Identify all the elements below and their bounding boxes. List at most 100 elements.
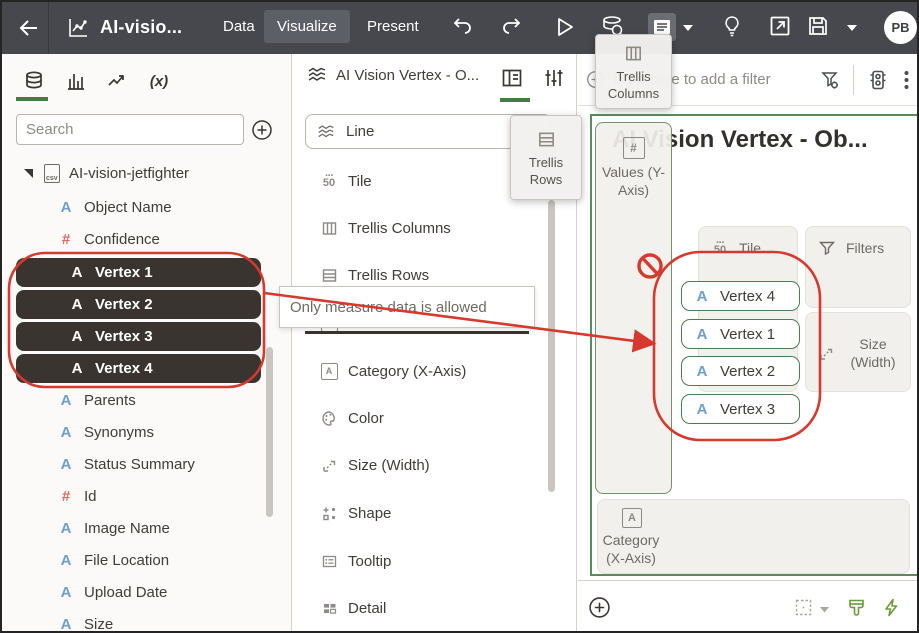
chip-vertex[interactable]: A Vertex 3 bbox=[681, 394, 800, 424]
field-row[interactable]: A Status Summary bbox=[4, 451, 343, 477]
grammar-row-shape[interactable]: Shape bbox=[294, 500, 576, 526]
text-attribute-icon: A bbox=[67, 264, 87, 281]
tab-present[interactable]: Present bbox=[354, 10, 432, 43]
field-row[interactable]: A File Location bbox=[4, 547, 343, 573]
letter-a-box-icon: A bbox=[622, 508, 909, 528]
viz-title: AI Vision Vertex - O... bbox=[336, 67, 479, 84]
field-row[interactable]: A Parents bbox=[4, 387, 343, 413]
trellis-rows-icon bbox=[537, 130, 556, 149]
scrollbar[interactable] bbox=[266, 347, 273, 517]
funnel-icon bbox=[818, 239, 836, 257]
kebab-menu-icon[interactable] bbox=[904, 69, 909, 91]
field-row[interactable]: A Object Name bbox=[4, 194, 343, 220]
drag-message-tooltip: Only measure data is allowed bbox=[279, 286, 535, 328]
tab-visualizations[interactable] bbox=[61, 66, 91, 96]
size-width-zone[interactable]: Size (Width) bbox=[805, 312, 911, 392]
field-row[interactable]: # Confidence bbox=[4, 226, 343, 252]
color-palette-icon bbox=[320, 410, 338, 427]
text-attribute-icon: A bbox=[56, 584, 76, 601]
grammar-row-category[interactable]: A Category (X-Axis) bbox=[294, 358, 576, 384]
field-row[interactable]: A Upload Date bbox=[4, 579, 343, 605]
values-y-axis-zone[interactable]: # Values (Y-Axis) bbox=[595, 122, 672, 494]
text-attribute-icon: A bbox=[692, 288, 712, 305]
auto-insights-icon[interactable] bbox=[866, 68, 890, 92]
text-attribute-icon: A bbox=[56, 199, 76, 216]
trellis-columns-icon bbox=[320, 220, 338, 237]
text-attribute-icon: A bbox=[67, 296, 87, 313]
top-toolbar: AI-visio... Data Visualize Present bbox=[2, 2, 917, 54]
drag-ghost-trellis-rows: Trellis Rows bbox=[510, 115, 582, 200]
category-x-axis-zone[interactable]: A Category (X-Axis) bbox=[597, 499, 910, 574]
number-attribute-icon: # bbox=[56, 488, 76, 505]
field-row[interactable]: A Synonyms bbox=[4, 419, 343, 445]
tooltip-icon bbox=[320, 553, 338, 570]
field-row[interactable]: A Size bbox=[4, 611, 343, 633]
line-chart-icon bbox=[316, 122, 336, 142]
redo-icon[interactable] bbox=[500, 15, 524, 39]
active-tab-underline bbox=[500, 98, 530, 102]
tab-grammar[interactable] bbox=[500, 66, 524, 90]
grammar-row-tooltip[interactable]: Tooltip bbox=[294, 548, 576, 574]
field-row-selected[interactable]: A Vertex 1 bbox=[16, 258, 261, 287]
avatar[interactable]: PB bbox=[884, 11, 917, 44]
add-canvas-button[interactable] bbox=[588, 596, 611, 619]
brush-style-icon[interactable] bbox=[846, 597, 867, 618]
tab-visualize[interactable]: Visualize bbox=[264, 10, 350, 43]
tile-icon: 50 bbox=[711, 241, 729, 255]
tab-analytics[interactable] bbox=[102, 66, 132, 96]
filter-options-icon[interactable] bbox=[819, 69, 841, 91]
dataset-row[interactable]: csv AI-vision-jetfighter bbox=[4, 160, 291, 186]
grammar-row-trellis-columns[interactable]: Trellis Columns bbox=[294, 215, 576, 241]
field-row-selected[interactable]: A Vertex 3 bbox=[16, 322, 261, 351]
tab-properties[interactable] bbox=[542, 66, 566, 90]
tab-expressions[interactable]: (x) bbox=[144, 66, 174, 96]
chip-vertex[interactable]: A Vertex 2 bbox=[681, 356, 800, 386]
hash-box-icon: # bbox=[596, 137, 671, 159]
save-icon[interactable] bbox=[806, 14, 830, 38]
insights-bulb-icon[interactable] bbox=[720, 14, 744, 38]
grammar-row-trellis-rows[interactable]: Trellis Rows bbox=[294, 262, 576, 288]
line-chart-icon bbox=[306, 64, 328, 86]
save-caret-icon[interactable] bbox=[846, 24, 858, 32]
back-icon[interactable] bbox=[18, 17, 40, 39]
grammar-row-color[interactable]: Color bbox=[294, 405, 576, 431]
data-panel: (x) csv AI-vision-jetfighter A Object Na… bbox=[4, 54, 292, 633]
undo-icon[interactable] bbox=[450, 15, 474, 39]
dataset-name: AI-vision-jetfighter bbox=[69, 165, 189, 182]
size-width-icon bbox=[320, 457, 338, 474]
tab-data[interactable]: Data bbox=[210, 10, 268, 43]
text-attribute-icon: A bbox=[692, 326, 712, 343]
field-row-selected[interactable]: A Vertex 2 bbox=[16, 290, 261, 319]
grammar-row-detail[interactable]: Detail bbox=[294, 595, 576, 621]
add-dataset-button[interactable] bbox=[250, 118, 274, 142]
trellis-rows-icon bbox=[320, 267, 338, 284]
tab-data-elements[interactable] bbox=[19, 66, 49, 96]
notes-caret-icon[interactable] bbox=[682, 24, 694, 32]
toolbar-divider bbox=[48, 2, 49, 54]
tile-icon: 50 bbox=[320, 174, 338, 188]
layout-caret-icon[interactable] bbox=[819, 606, 830, 614]
chip-vertex[interactable]: A Vertex 4 bbox=[681, 281, 800, 311]
workbook-title: AI-visio... bbox=[100, 17, 182, 38]
text-attribute-icon: A bbox=[56, 552, 76, 569]
text-attribute-icon: A bbox=[56, 616, 76, 633]
text-attribute-icon: A bbox=[56, 424, 76, 441]
visualization-canvas[interactable]: AI Vision Vertex - Ob... # Values (Y-Axi… bbox=[590, 114, 919, 576]
auto-apply-bolt-icon[interactable] bbox=[881, 597, 902, 618]
field-row[interactable]: # Id bbox=[4, 483, 343, 509]
field-row[interactable]: A Image Name bbox=[4, 515, 343, 541]
canvas-panel: Drop here to add a filter AI Vision Vert… bbox=[578, 54, 919, 633]
active-tab-underline bbox=[16, 97, 48, 101]
detail-icon bbox=[320, 600, 338, 617]
canvas-layout-icon[interactable] bbox=[794, 598, 813, 617]
expand-caret-icon[interactable] bbox=[22, 167, 36, 179]
grammar-row-size[interactable]: Size (Width) bbox=[294, 452, 576, 478]
text-attribute-icon: A bbox=[67, 328, 87, 345]
field-row-selected[interactable]: A Vertex 4 bbox=[16, 354, 261, 383]
scrollbar[interactable] bbox=[548, 200, 555, 492]
chip-vertex[interactable]: A Vertex 1 bbox=[681, 319, 800, 349]
preview-play-icon[interactable] bbox=[552, 15, 576, 39]
export-icon[interactable] bbox=[768, 14, 792, 38]
filters-zone[interactable]: Filters bbox=[805, 226, 911, 308]
search-input[interactable] bbox=[16, 114, 244, 145]
